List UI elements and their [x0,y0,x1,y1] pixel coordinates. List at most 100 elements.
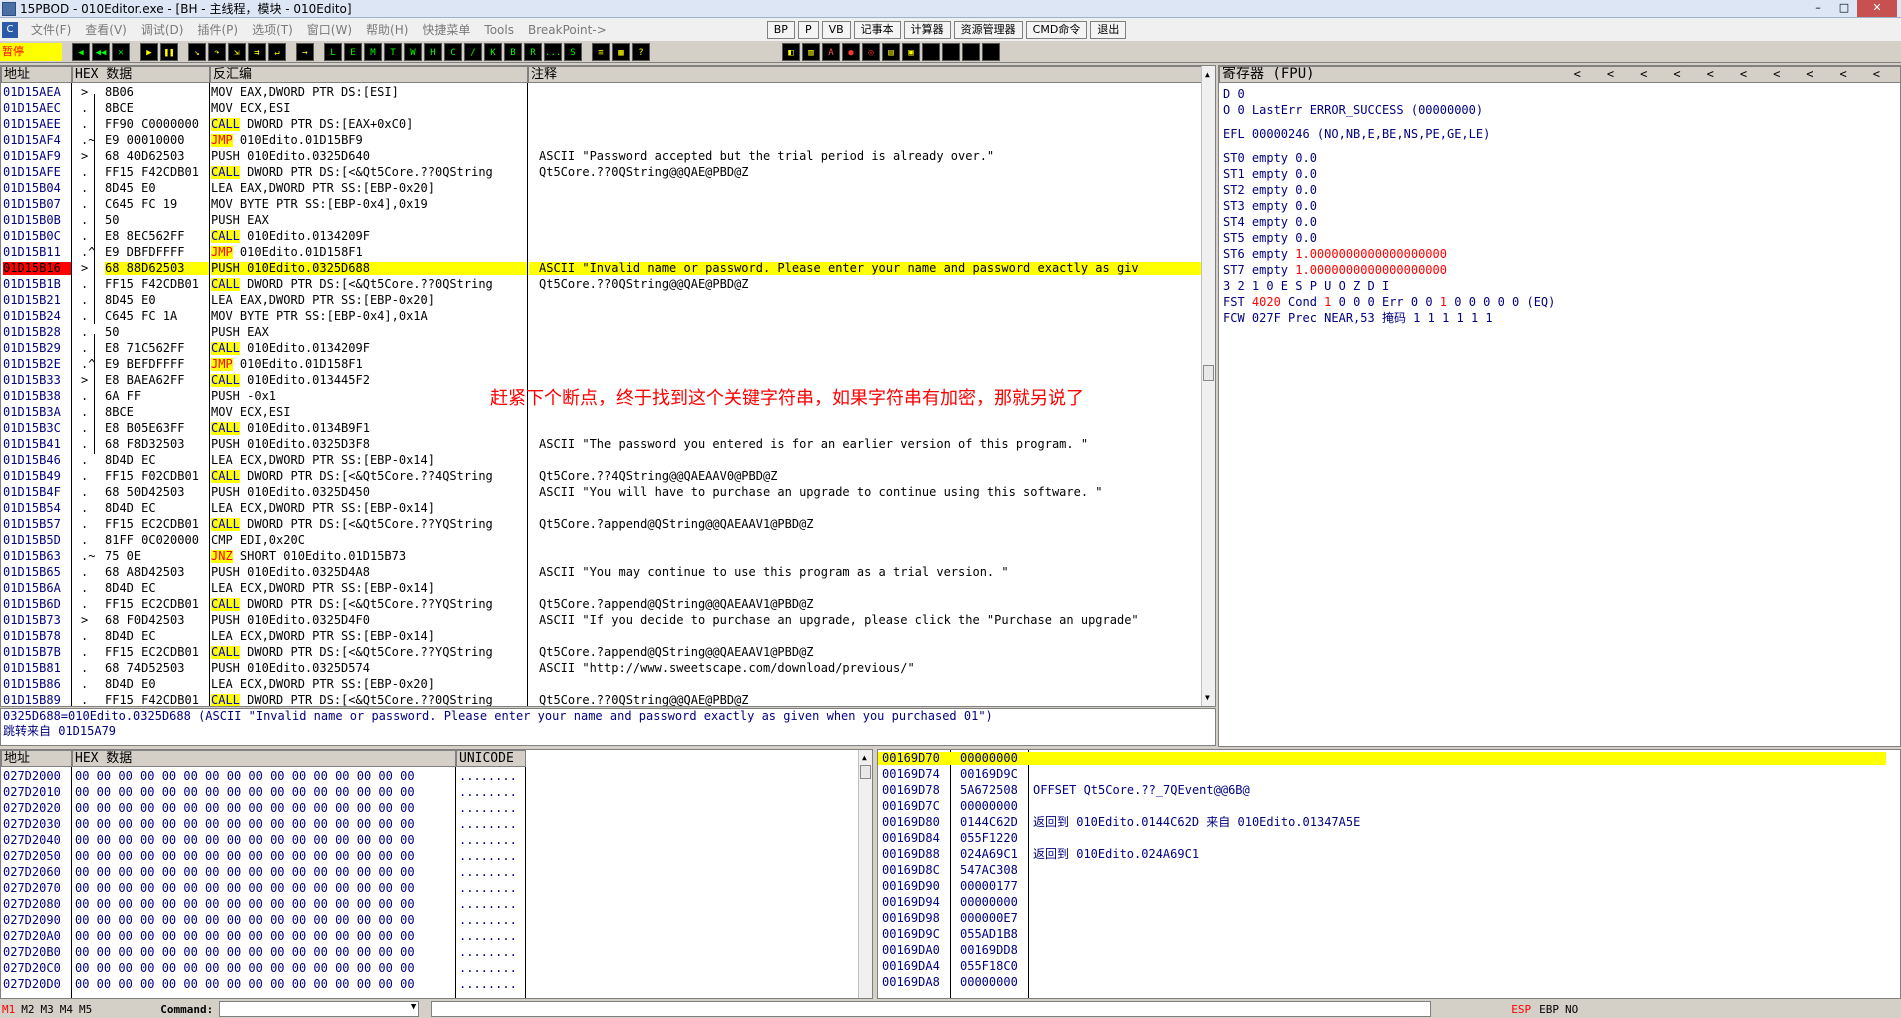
dump-address[interactable]: 027D2070 [3,882,61,895]
disasm-hex[interactable]: 8D4D EC [105,630,209,643]
stack-value[interactable]: 00169D9C [960,768,1018,781]
dump-row[interactable]: 027D2030 00 00 00 00 00 00 00 00 00 00 00… [1,818,856,831]
command-input[interactable]: ▼ [219,1001,420,1017]
stack-row[interactable]: 00169D7C 00000000 [878,800,1886,813]
disasm-instruction[interactable]: MOV ECX,ESI [211,406,527,419]
disasm-address[interactable]: 01D15B33 [3,374,71,387]
disasm-instruction[interactable]: JMP 010Edito.01D158F1 [211,358,527,371]
disasm-instruction[interactable]: CALL DWORD PTR DS:[<&Qt5Core.??0QString [211,166,527,179]
disasm-address[interactable]: 01D15B63 [3,550,71,563]
stack-row[interactable]: 00169D94 00000000 [878,896,1886,909]
left-arrow-icon[interactable]: < [1707,67,1714,81]
fcw-line[interactable]: FCW 027F Prec NEAR,53 掩码 1 1 1 1 1 1 [1223,312,1493,325]
disasm-address[interactable]: 01D15B86 [3,678,71,691]
plugin10-icon[interactable] [962,42,980,61]
disasm-comment[interactable]: ASCII "http://www.sweetscape.com/downloa… [529,662,1201,675]
menu-plugins[interactable]: 插件(P) [190,21,245,38]
disasm-row[interactable]: 01D15B65. 68 A8D42503 PUSH 010Edito.0325D4… [1,566,1201,579]
vb-button[interactable]: VB [821,20,851,39]
p-button[interactable]: P [797,20,819,39]
dump-hex[interactable]: 00 00 00 00 00 00 00 00 00 00 00 00 00 0… [75,866,415,879]
dump-row[interactable]: 027D2060 00 00 00 00 00 00 00 00 00 00 00… [1,866,856,879]
disasm-instruction[interactable]: CALL 010Edito.013445F2 [211,374,527,387]
dump-unicode-header[interactable]: UNICODE [456,750,526,767]
disasm-row[interactable]: 01D15B81. 68 74D52503 PUSH 010Edito.0325D5… [1,662,1201,675]
left-arrow-icon[interactable]: < [1740,67,1747,81]
dump-address[interactable]: 027D2090 [3,914,61,927]
disasm-hex[interactable]: 8D45 E0 [105,294,209,307]
grid-icon[interactable]: ▦ [612,42,630,61]
disasm-hex[interactable]: FF15 EC2CDB01 [105,598,209,611]
menu-file[interactable]: 文件(F) [24,21,78,38]
memory-slot-m1[interactable]: M1 [2,1003,15,1016]
dump-row[interactable]: 027D20C0 00 00 00 00 00 00 00 00 00 00 00… [1,962,856,975]
disasm-instruction[interactable]: CALL 010Edito.0134209F [211,342,527,355]
disasm-instruction[interactable]: PUSH EAX [211,214,527,227]
disasm-comment[interactable]: Qt5Core.??0QString@@QAE@PBD@Z [529,278,1201,291]
fst-line[interactable]: FST 4020 Cond 1 0 0 0 Err 0 0 1 0 0 0 0 … [1223,296,1555,309]
disasm-row[interactable]: 01D15B89. FF15 F42CDB01 CALL DWORD PTR DS:… [1,694,1201,706]
disasm-row[interactable]: 01D15B78. 8D4D EC LEA ECX,DWORD PTR SS:[EB… [1,630,1201,643]
disasm-hex[interactable]: 8D4D EC [105,582,209,595]
disasm-hex[interactable]: C645 FC 19 [105,198,209,211]
registers-pane[interactable]: 寄存器 (FPU) < < < < < < < < < < D 0 O 0 LastErr ERR… [1218,65,1901,747]
dump-address[interactable]: 027D2010 [3,786,61,799]
plugin3-icon[interactable]: A [822,42,840,61]
dump-unicode[interactable]: ........ [459,866,517,879]
pause-icon[interactable]: ❚❚ [160,42,178,61]
disasm-row[interactable]: 01D15AFE. FF15 F42CDB01 CALL DWORD PTR DS:… [1,166,1201,179]
disasm-comment[interactable]: ASCII "The password you entered is for a… [529,438,1201,451]
plugin6-icon[interactable]: ▤ [882,42,900,61]
disasm-hex[interactable]: FF90 C0000000 [105,118,209,131]
disasm-row[interactable]: 01D15B4F. 68 50D42503 PUSH 010Edito.0325D4… [1,486,1201,499]
minimize-button[interactable]: – [1805,0,1831,17]
maximize-button[interactable]: □ [1831,0,1857,17]
disasm-hex[interactable]: 8D4D EC [105,502,209,515]
disasm-row[interactable]: 01D15B63 .~ 75 0E JNZ SHORT 010Edito.01D15B… [1,550,1201,563]
disasm-address[interactable]: 01D15B5D [3,534,71,547]
stack-address[interactable]: 00169D88 [882,848,940,861]
stack-address[interactable]: 00169D80 [882,816,940,829]
disasm-instruction[interactable]: PUSH 010Edito.0325D574 [211,662,527,675]
stack-row[interactable]: 00169D9C 055AD1B8 [878,928,1886,941]
disasm-row[interactable]: 01D15B46. 8D4D EC LEA ECX,DWORD PTR SS:[EB… [1,454,1201,467]
disasm-row[interactable]: 01D15B41. 68 F8D32503 PUSH 010Edito.0325D3… [1,438,1201,451]
col-comment-header[interactable]: 注释 [528,66,1203,83]
disasm-row[interactable]: 01D15B24. C645 FC 1A MOV BYTE PTR SS:[EBP-… [1,310,1201,323]
menu-shortcut[interactable]: 快捷菜单 [415,21,477,38]
disasm-hex[interactable]: E8 B05E63FF [105,422,209,435]
stack-value[interactable]: 055F1220 [960,832,1018,845]
dump-hex[interactable]: 00 00 00 00 00 00 00 00 00 00 00 00 00 0… [75,834,415,847]
dump-address[interactable]: 027D2040 [3,834,61,847]
left-arrow-icon[interactable]: < [1574,67,1581,81]
disasm-row[interactable]: 01D15B49. FF15 F02CDB01 CALL DWORD PTR DS:… [1,470,1201,483]
stack-address[interactable]: 00169D78 [882,784,940,797]
references-window-button[interactable]: R [524,42,542,61]
dump-row[interactable]: 027D2020 00 00 00 00 00 00 00 00 00 00 00… [1,802,856,815]
dump-unicode[interactable]: ........ [459,898,517,911]
runtrace-window-button[interactable]: ... [544,42,562,61]
disasm-address[interactable]: 01D15B4F [3,486,71,499]
reg-line[interactable]: ST0 empty 0.0 [1223,152,1317,165]
dump-row[interactable]: 027D2010 00 00 00 00 00 00 00 00 00 00 00… [1,786,856,799]
disasm-row[interactable]: 01D15B73 >68 F0D42503 PUSH 010Edito.0325D4… [1,614,1201,627]
stack-value[interactable]: 055AD1B8 [960,928,1018,941]
disasm-row[interactable]: 01D15B0B. 50 PUSH EAX [1,214,1201,227]
disasm-row[interactable]: 01D15B5D. 81FF 0C020000 CMP EDI,0x20C [1,534,1201,547]
reg-line[interactable]: O 0 LastErr ERROR_SUCCESS (00000000) [1223,104,1483,117]
disasm-address[interactable]: 01D15B28 [3,326,71,339]
disasm-address[interactable]: 01D15B41 [3,438,71,451]
stack-row[interactable]: 00169D90 00000177 [878,880,1886,893]
dump-address[interactable]: 027D2080 [3,898,61,911]
disasm-address[interactable]: 01D15B2E [3,358,71,371]
disasm-instruction[interactable]: CALL DWORD PTR DS:[<&Qt5Core.??0QString [211,278,527,291]
dump-row[interactable]: 027D2070 00 00 00 00 00 00 00 00 00 00 00… [1,882,856,895]
disasm-instruction[interactable]: LEA EAX,DWORD PTR SS:[EBP-0x20] [211,182,527,195]
disasm-hex[interactable]: 68 F0D42503 [105,614,209,627]
dump-unicode[interactable]: ........ [459,770,517,783]
disasm-instruction[interactable]: PUSH EAX [211,326,527,339]
disasm-instruction[interactable]: LEA ECX,DWORD PTR SS:[EBP-0x14] [211,630,527,643]
disasm-row[interactable]: 01D15B6D. FF15 EC2CDB01 CALL DWORD PTR DS:… [1,598,1201,611]
stack-address[interactable]: 00169DA8 [882,976,940,989]
dump-row[interactable]: 027D20A0 00 00 00 00 00 00 00 00 00 00 00… [1,930,856,943]
